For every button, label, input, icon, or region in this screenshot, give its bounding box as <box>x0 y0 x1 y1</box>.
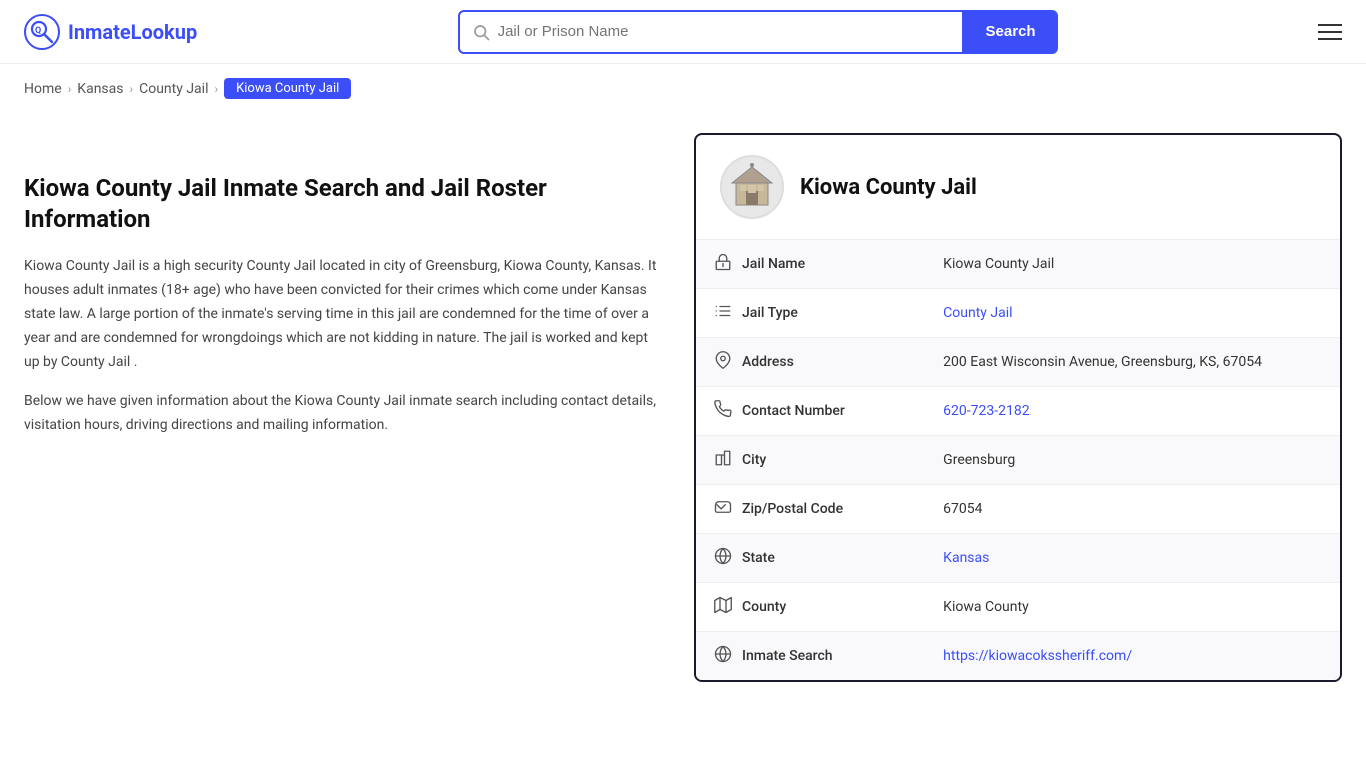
left-column: Kiowa County Jail Inmate Search and Jail… <box>24 133 664 682</box>
logo-text: InmateLookup <box>68 20 197 44</box>
table-row: State Kansas <box>696 534 1340 583</box>
value-link[interactable]: County Jail <box>943 305 1012 321</box>
header: Q InmateLookup Search <box>0 0 1366 64</box>
info-table: Jail Name Kiowa County Jail Jail Type Count… <box>696 240 1340 680</box>
value-cell[interactable]: County Jail <box>925 289 1340 338</box>
field-label: Inmate Search <box>742 648 833 664</box>
building-icon <box>728 163 776 211</box>
logo-icon: Q <box>24 14 60 50</box>
breadcrumb-kansas[interactable]: Kansas <box>77 81 123 97</box>
value-cell: Greensburg <box>925 436 1340 485</box>
main-content: Kiowa County Jail Inmate Search and Jail… <box>0 113 1366 702</box>
field-label: Address <box>742 354 794 370</box>
jail-avatar <box>720 155 784 219</box>
table-row: County Kiowa County <box>696 583 1340 632</box>
jail-card-title: Kiowa County Jail <box>800 175 977 200</box>
value-cell: 200 East Wisconsin Avenue, Greensburg, K… <box>925 338 1340 387</box>
breadcrumb-county-jail[interactable]: County Jail <box>139 81 208 97</box>
value-cell: Kiowa County <box>925 583 1340 632</box>
logo-link[interactable]: Q InmateLookup <box>24 14 197 50</box>
phone-icon <box>714 400 732 422</box>
value-link[interactable]: https://kiowacokssheriff.com/ <box>943 648 1132 664</box>
breadcrumb-home[interactable]: Home <box>24 81 62 97</box>
field-label: County <box>742 599 786 615</box>
value-cell: 67054 <box>925 485 1340 534</box>
field-cell: Jail Type <box>696 289 925 338</box>
search-icon <box>472 23 490 41</box>
city-icon <box>714 449 732 471</box>
table-row: Zip/Postal Code 67054 <box>696 485 1340 534</box>
hamburger-menu[interactable] <box>1318 24 1342 40</box>
svg-text:Q: Q <box>35 26 41 36</box>
field-label: City <box>742 452 766 468</box>
field-label: Jail Type <box>742 305 798 321</box>
info-card: Kiowa County Jail Jail Name Kiowa County … <box>694 133 1342 682</box>
value-cell[interactable]: Kansas <box>925 534 1340 583</box>
chevron-icon: › <box>214 82 218 96</box>
value-link[interactable]: 620-723-2182 <box>943 403 1029 419</box>
table-row: Address 200 East Wisconsin Avenue, Greens… <box>696 338 1340 387</box>
field-cell: Jail Name <box>696 240 925 289</box>
field-cell: Address <box>696 338 925 387</box>
field-label: State <box>742 550 775 566</box>
breadcrumb: Home › Kansas › County Jail › Kiowa Coun… <box>0 64 1366 113</box>
page-title: Kiowa County Jail Inmate Search and Jail… <box>24 173 664 235</box>
map-icon <box>714 596 732 618</box>
mail-icon <box>714 498 732 520</box>
chevron-icon: › <box>68 82 72 96</box>
field-label: Zip/Postal Code <box>742 501 843 517</box>
table-row: City Greensburg <box>696 436 1340 485</box>
search-wrapper <box>458 10 964 54</box>
card-header: Kiowa County Jail <box>696 135 1340 240</box>
page-description-1: Kiowa County Jail is a high security Cou… <box>24 255 664 374</box>
search-area: Search <box>458 10 1058 54</box>
field-label: Contact Number <box>742 403 845 419</box>
table-row: Jail Name Kiowa County Jail <box>696 240 1340 289</box>
value-cell[interactable]: https://kiowacokssheriff.com/ <box>925 632 1340 681</box>
search-button[interactable]: Search <box>964 10 1058 54</box>
globe-icon <box>714 547 732 569</box>
field-cell: Contact Number <box>696 387 925 436</box>
page-description-2: Below we have given information about th… <box>24 390 664 438</box>
right-column: Kiowa County Jail Jail Name Kiowa County … <box>694 133 1342 682</box>
jail-icon <box>714 253 732 275</box>
list-icon <box>714 302 732 324</box>
chevron-icon: › <box>130 82 134 96</box>
field-label: Jail Name <box>742 256 805 272</box>
table-row: Contact Number 620-723-2182 <box>696 387 1340 436</box>
pin-icon <box>714 351 732 373</box>
field-cell: Inmate Search <box>696 632 925 681</box>
field-cell: State <box>696 534 925 583</box>
table-row: Inmate Search https://kiowacokssheriff.co… <box>696 632 1340 681</box>
value-cell: Kiowa County Jail <box>925 240 1340 289</box>
value-link[interactable]: Kansas <box>943 550 989 566</box>
search-input[interactable] <box>498 23 950 40</box>
breadcrumb-current: Kiowa County Jail <box>224 78 351 99</box>
value-cell[interactable]: 620-723-2182 <box>925 387 1340 436</box>
globe2-icon <box>714 645 732 667</box>
field-cell: City <box>696 436 925 485</box>
field-cell: County <box>696 583 925 632</box>
field-cell: Zip/Postal Code <box>696 485 925 534</box>
table-row: Jail Type County Jail <box>696 289 1340 338</box>
